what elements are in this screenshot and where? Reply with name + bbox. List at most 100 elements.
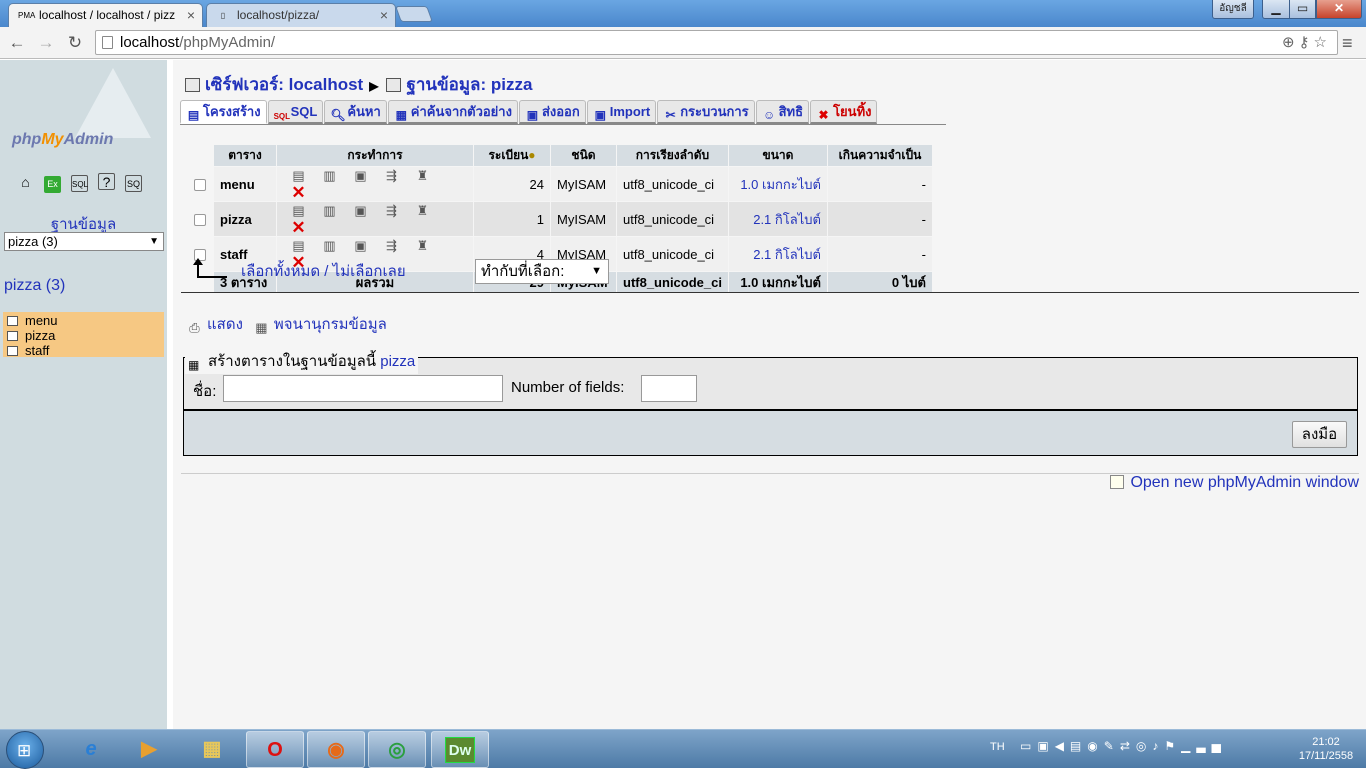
volume-icon[interactable]: ◀ <box>1055 739 1070 753</box>
sidebar-item-pizza[interactable]: pizza <box>3 328 164 343</box>
notification-icon[interactable]: ♪ <box>1152 739 1164 753</box>
insert-icon[interactable]: ⇶ <box>383 202 400 219</box>
chrome-menu-icon[interactable]: ≡ <box>1342 33 1353 54</box>
structure-icon[interactable]: ▥ <box>321 202 338 219</box>
maximize-button[interactable]: ▭ <box>1289 0 1316 19</box>
header-table[interactable]: ตาราง <box>214 145 276 166</box>
row-table-name[interactable]: pizza <box>214 202 276 237</box>
sidebar-item-menu[interactable]: menu <box>3 313 164 328</box>
search-icon[interactable]: ▣ <box>352 202 369 219</box>
header-overhead[interactable]: เกินความจำเป็น <box>827 145 932 166</box>
back-icon[interactable]: ← <box>6 32 28 54</box>
sync-icon[interactable]: ⇄ <box>1120 739 1136 753</box>
tray-app-icon[interactable]: ▣ <box>1037 739 1054 753</box>
structure-icon[interactable]: ▥ <box>321 167 338 184</box>
insert-icon[interactable]: ⇶ <box>383 237 400 254</box>
opera-icon[interactable]: O <box>246 731 304 768</box>
firefox-icon[interactable]: ◉ <box>307 731 365 768</box>
table-row[interactable]: pizza ▤ ▥ ▣ ⇶ ♜ ✕ 1 MyISAM utf8_unicode_ci 2.… <box>186 202 932 237</box>
row-checkbox[interactable] <box>193 179 206 192</box>
insert-icon[interactable]: ⇶ <box>383 167 400 184</box>
language-indicator[interactable]: TH <box>990 741 1005 753</box>
tab-drop[interactable]: ✖ โยนทิ้ง <box>810 100 878 124</box>
row-size[interactable]: 2.1 กิโลไบต์ <box>728 202 827 237</box>
table-name-input[interactable] <box>223 375 503 402</box>
row-table-name[interactable]: menu <box>214 167 276 202</box>
tool-icon[interactable]: ✎ <box>1104 739 1120 753</box>
address-bar[interactable]: localhost/phpMyAdmin/ ⊕⚷☆ <box>95 30 1338 55</box>
browse-icon[interactable]: ▤ <box>290 167 307 184</box>
network-tool-icon[interactable]: ◉ <box>1087 739 1103 753</box>
forward-icon[interactable]: → <box>35 32 57 54</box>
tab-operations[interactable]: ✂ กระบวนการ <box>657 100 755 124</box>
structure-icon[interactable]: ▥ <box>321 237 338 254</box>
tab-search[interactable]: 🔍︎ ค้นหา <box>324 100 387 124</box>
search-icon[interactable]: ▣ <box>352 167 369 184</box>
tab-query[interactable]: ▦ ค่าค้นจากตัวอย่าง <box>387 100 518 124</box>
print-view-link[interactable]: แสดง <box>207 316 243 333</box>
database-select[interactable]: pizza (3) ▼ <box>4 232 164 251</box>
uncheck-all-link[interactable]: ไม่เลือกเลย <box>333 263 406 280</box>
empty-icon[interactable]: ♜ <box>414 202 431 219</box>
data-dictionary-link[interactable]: พจนานุกรมข้อมูล <box>274 316 387 333</box>
docs-icon[interactable]: ? <box>98 173 115 190</box>
tab-pizza[interactable]: ▯ localhost/pizza/ × <box>206 3 396 27</box>
table-icon[interactable] <box>7 331 18 341</box>
header-collation[interactable]: การเรียงลำดับ <box>617 145 728 166</box>
drop-icon[interactable]: ✕ <box>290 219 307 236</box>
key-icon[interactable]: ⚷ <box>1299 34 1314 51</box>
tab-phpmyadmin[interactable]: PMA localhost / localhost / pizz × <box>8 3 203 27</box>
open-new-window-link[interactable]: Open new phpMyAdmin window <box>1130 474 1359 491</box>
ie-icon[interactable]: e <box>62 731 120 768</box>
query-window-icon[interactable]: SQL <box>71 175 88 192</box>
chat-icon[interactable]: ▭ <box>1020 739 1037 753</box>
table-icon[interactable] <box>7 316 18 326</box>
explorer-icon[interactable]: ▦ <box>183 731 241 768</box>
profile-button[interactable]: อัญชลี <box>1212 0 1254 19</box>
breadcrumb-server[interactable]: เซิร์ฟเวอร์: localhost <box>205 75 363 94</box>
empty-icon[interactable]: ♜ <box>414 237 431 254</box>
row-size[interactable]: 2.1 กิโลไบต์ <box>728 237 827 272</box>
device-icon[interactable]: ▤ <box>1070 739 1087 753</box>
chrome-icon[interactable]: ◎ <box>368 731 426 768</box>
number-of-fields-input[interactable] <box>641 375 697 402</box>
header-rows[interactable]: ระเบียน● <box>474 145 550 166</box>
dreamweaver-icon[interactable]: Dw <box>431 731 489 768</box>
tab-privileges[interactable]: ☺ สิทธิ <box>755 100 810 124</box>
sql-docs-icon[interactable]: SQ <box>125 175 142 192</box>
new-tab-button[interactable] <box>395 6 433 22</box>
pma-logo[interactable]: phpMyAdmin <box>0 60 167 170</box>
exit-icon[interactable]: Ex <box>44 176 61 193</box>
sidebar-item-staff[interactable]: staff <box>3 343 164 358</box>
close-tab-icon[interactable]: × <box>380 4 388 26</box>
url-text[interactable]: localhost/phpMyAdmin/ <box>120 34 275 51</box>
table-icon[interactable] <box>7 346 18 356</box>
flag-icon[interactable]: ⚑ <box>1164 739 1181 753</box>
clock[interactable]: 21:02 17/11/2558 <box>1296 735 1356 763</box>
zoom-icon[interactable]: ⊕ <box>1282 34 1299 51</box>
signal-icon[interactable]: ▁▃▅ <box>1181 739 1227 753</box>
database-link[interactable]: pizza (3) <box>4 277 65 295</box>
chrome-tray-icon[interactable]: ◎ <box>1136 739 1152 753</box>
go-button[interactable]: ลงมือ <box>1292 421 1347 448</box>
tab-sql[interactable]: SQLSQL <box>267 100 324 124</box>
close-tab-icon[interactable]: × <box>187 4 195 26</box>
tab-import[interactable]: ▣ Import <box>586 100 657 124</box>
row-size[interactable]: 1.0 เมกกะไบต์ <box>728 167 827 202</box>
header-type[interactable]: ชนิด <box>551 145 616 166</box>
close-window-button[interactable]: ✕ <box>1316 0 1362 19</box>
empty-icon[interactable]: ♜ <box>414 167 431 184</box>
tab-structure[interactable]: ▤ โครงสร้าง <box>180 100 267 124</box>
browse-icon[interactable]: ▤ <box>290 202 307 219</box>
table-row[interactable]: menu ▤ ▥ ▣ ⇶ ♜ ✕ 24 MyISAM utf8_unicode_ci 1.… <box>186 167 932 202</box>
minimize-button[interactable]: ▁ <box>1262 0 1290 19</box>
media-player-icon[interactable]: ▶ <box>120 731 178 768</box>
search-icon[interactable]: ▣ <box>352 237 369 254</box>
start-button[interactable]: ⊞ <box>6 731 44 769</box>
drop-icon[interactable]: ✕ <box>290 184 307 201</box>
browse-icon[interactable]: ▤ <box>290 237 307 254</box>
bookmark-star-icon[interactable]: ☆ <box>1314 34 1331 51</box>
tab-export[interactable]: ▣ ส่งออก <box>518 100 586 124</box>
with-selected-select[interactable]: ทำกับที่เลือก: ▼ <box>475 259 609 284</box>
breadcrumb-database[interactable]: ฐานข้อมูล: pizza <box>406 75 532 94</box>
